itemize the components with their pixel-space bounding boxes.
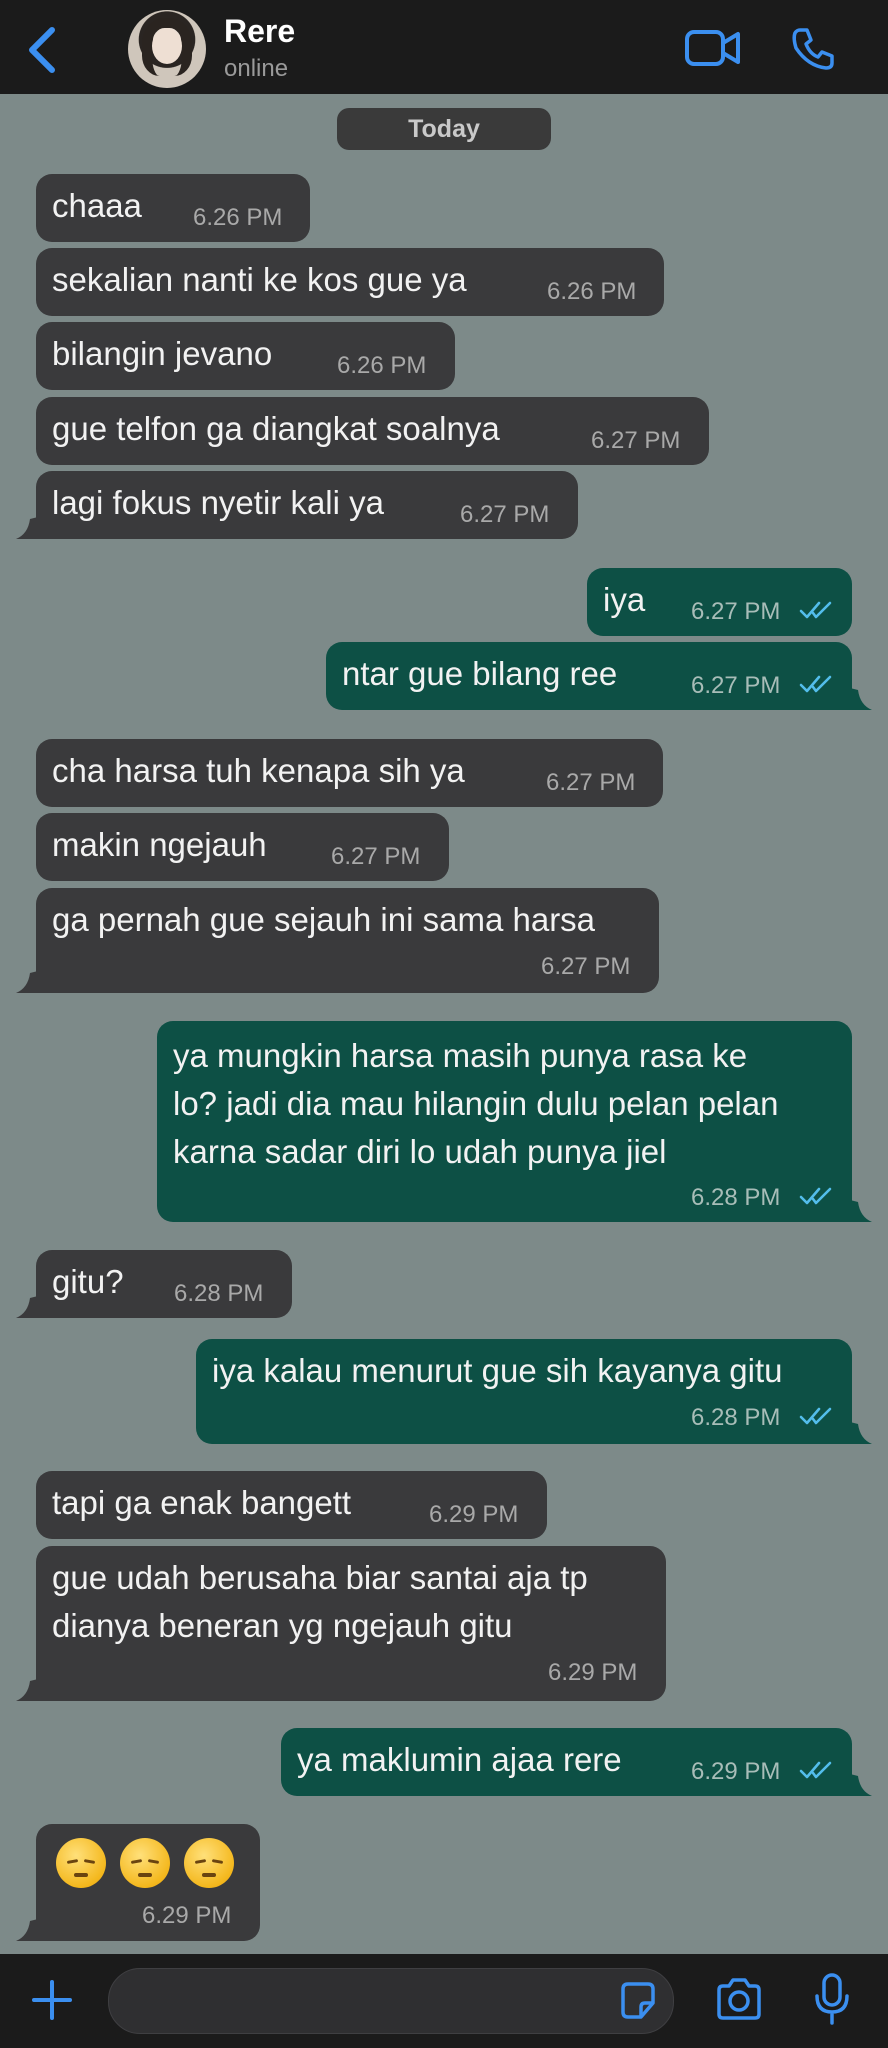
message-text: iya kalau menurut gue sih kayanya gitu: [212, 1352, 783, 1389]
bubble-tail-icon: [16, 1296, 38, 1318]
camera-icon[interactable]: [714, 1976, 764, 2022]
pensive-face-emoji-icon: [184, 1838, 234, 1888]
pensive-face-emoji-icon: [56, 1838, 106, 1888]
message-incoming[interactable]: sekalian nanti ke kos gue ya 6.26 PM: [36, 248, 664, 316]
contact-name[interactable]: Rere: [224, 13, 295, 50]
read-receipt-icon: [799, 1760, 835, 1780]
message-text-line: lo? jadi dia mau hilangin dulu pelan pel…: [173, 1085, 779, 1122]
message-time: 6.27 PM: [541, 953, 631, 980]
message-text: cha harsa tuh kenapa sih ya: [52, 752, 465, 789]
bubble-tail-icon: [16, 971, 38, 993]
bubble-tail-icon: [16, 1919, 38, 1941]
message-input[interactable]: [108, 1968, 674, 2034]
pensive-face-emoji-icon: [120, 1838, 170, 1888]
message-text-line: gue udah berusaha biar santai aja tp: [52, 1559, 588, 1596]
message-text: gitu?: [52, 1263, 124, 1300]
video-call-icon[interactable]: [684, 28, 742, 68]
message-incoming[interactable]: gue telfon ga diangkat soalnya 6.27 PM: [36, 397, 709, 465]
message-time: 6.27 PM: [331, 843, 421, 870]
message-text-line: ya mungkin harsa masih punya rasa ke: [173, 1037, 748, 1074]
bubble-tail-icon: [850, 1774, 872, 1796]
message-text: lagi fokus nyetir kali ya: [52, 484, 384, 521]
bubble-tail-icon: [850, 1422, 872, 1444]
message-time: 6.27 PM: [691, 598, 781, 625]
message-time: 6.26 PM: [193, 204, 283, 231]
contact-status: online: [224, 55, 289, 82]
bubble-tail-icon: [850, 688, 872, 710]
message-time: 6.29 PM: [142, 1902, 232, 1929]
message-incoming[interactable]: gue udah berusaha biar santai aja tp dia…: [36, 1546, 666, 1701]
message-time: 6.27 PM: [691, 672, 781, 699]
message-time: 6.27 PM: [591, 427, 681, 454]
back-arrow-icon[interactable]: [24, 26, 60, 74]
bubble-tail-icon: [850, 1200, 872, 1222]
message-text: chaaa: [52, 187, 142, 224]
message-outgoing[interactable]: ya mungkin harsa masih punya rasa ke lo?…: [157, 1021, 852, 1222]
message-text: sekalian nanti ke kos gue ya: [52, 261, 467, 298]
message-incoming[interactable]: gitu? 6.28 PM: [36, 1250, 292, 1318]
message-outgoing[interactable]: ya maklumin ajaa rere 6.29 PM: [281, 1728, 852, 1796]
message-time: 6.27 PM: [460, 501, 550, 528]
message-time: 6.29 PM: [429, 1501, 519, 1528]
message-text: bilangin jevano: [52, 335, 273, 372]
message-text: ya maklumin ajaa rere: [297, 1741, 622, 1778]
message-outgoing[interactable]: iya kalau menurut gue sih kayanya gitu 6…: [196, 1339, 852, 1444]
message-incoming[interactable]: cha harsa tuh kenapa sih ya 6.27 PM: [36, 739, 663, 807]
emoji-row: [56, 1838, 248, 1892]
date-separator: Today: [337, 108, 551, 150]
phone-call-icon[interactable]: [790, 26, 836, 72]
message-outgoing[interactable]: ntar gue bilang ree 6.27 PM: [326, 642, 852, 710]
read-receipt-icon: [799, 1406, 835, 1426]
sticker-icon[interactable]: [617, 1981, 659, 2021]
message-incoming[interactable]: bilangin jevano 6.26 PM: [36, 322, 455, 390]
message-time: 6.26 PM: [337, 352, 427, 379]
bubble-tail-icon: [16, 517, 38, 539]
message-incoming[interactable]: chaaa 6.26 PM: [36, 174, 310, 242]
message-time: 6.28 PM: [691, 1184, 781, 1211]
message-text: gue telfon ga diangkat soalnya: [52, 410, 500, 447]
message-text: iya: [603, 581, 646, 618]
message-incoming[interactable]: makin ngejauh 6.27 PM: [36, 813, 449, 881]
microphone-icon[interactable]: [812, 1972, 852, 2026]
message-time: 6.27 PM: [546, 769, 636, 796]
message-outgoing[interactable]: iya 6.27 PM: [587, 568, 852, 636]
message-incoming[interactable]: lagi fokus nyetir kali ya 6.27 PM: [36, 471, 578, 539]
read-receipt-icon: [799, 600, 835, 620]
message-text: tapi ga enak bangett: [52, 1484, 352, 1521]
avatar-face: [152, 28, 182, 64]
message-time: 6.29 PM: [691, 1758, 781, 1785]
message-text: makin ngejauh: [52, 826, 267, 863]
contact-avatar[interactable]: [128, 10, 206, 88]
message-time: 6.26 PM: [547, 278, 637, 305]
message-time: 6.29 PM: [548, 1659, 638, 1686]
read-receipt-icon: [799, 1186, 835, 1206]
message-time: 6.28 PM: [691, 1404, 781, 1431]
message-text-line: karna sadar diri lo udah punya jiel: [173, 1133, 667, 1170]
message-incoming[interactable]: tapi ga enak bangett 6.29 PM: [36, 1471, 547, 1539]
plus-icon[interactable]: [30, 1978, 74, 2022]
message-text: ntar gue bilang ree: [342, 655, 618, 692]
message-composer: [0, 1954, 888, 2048]
chat-header: Rere online: [0, 0, 888, 94]
message-incoming-emoji[interactable]: 6.29 PM: [36, 1824, 260, 1941]
message-incoming[interactable]: ga pernah gue sejauh ini sama harsa 6.27…: [36, 888, 659, 993]
read-receipt-icon: [799, 674, 835, 694]
message-text-line: dianya beneran yg ngejauh gitu: [52, 1607, 513, 1644]
bubble-tail-icon: [16, 1679, 38, 1701]
message-time: 6.28 PM: [174, 1280, 264, 1307]
message-text: ga pernah gue sejauh ini sama harsa: [52, 901, 596, 938]
